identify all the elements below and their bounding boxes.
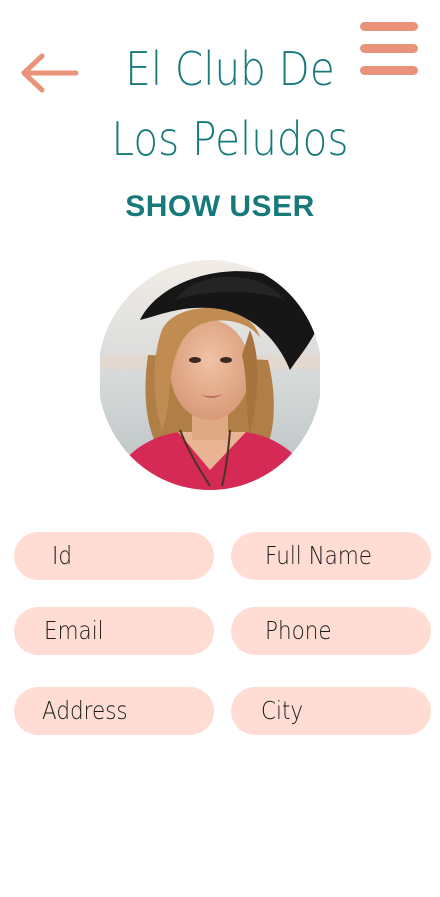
page-title: El Club De Los Peludos: [111, 42, 349, 166]
id-field[interactable]: Id: [14, 532, 214, 580]
address-field[interactable]: Address: [14, 687, 214, 735]
full-name-field[interactable]: Full Name: [231, 532, 431, 580]
page-subtitle: SHOW USER: [125, 190, 315, 223]
hamburger-menu-icon: [360, 22, 418, 31]
email-field[interactable]: Email: [14, 607, 214, 655]
arrow-left-icon: [21, 53, 79, 93]
user-avatar: [100, 260, 320, 490]
city-field[interactable]: City: [231, 687, 431, 735]
hamburger-menu-button[interactable]: [360, 22, 418, 80]
phone-field[interactable]: Phone: [231, 607, 431, 655]
back-button[interactable]: [18, 50, 82, 96]
